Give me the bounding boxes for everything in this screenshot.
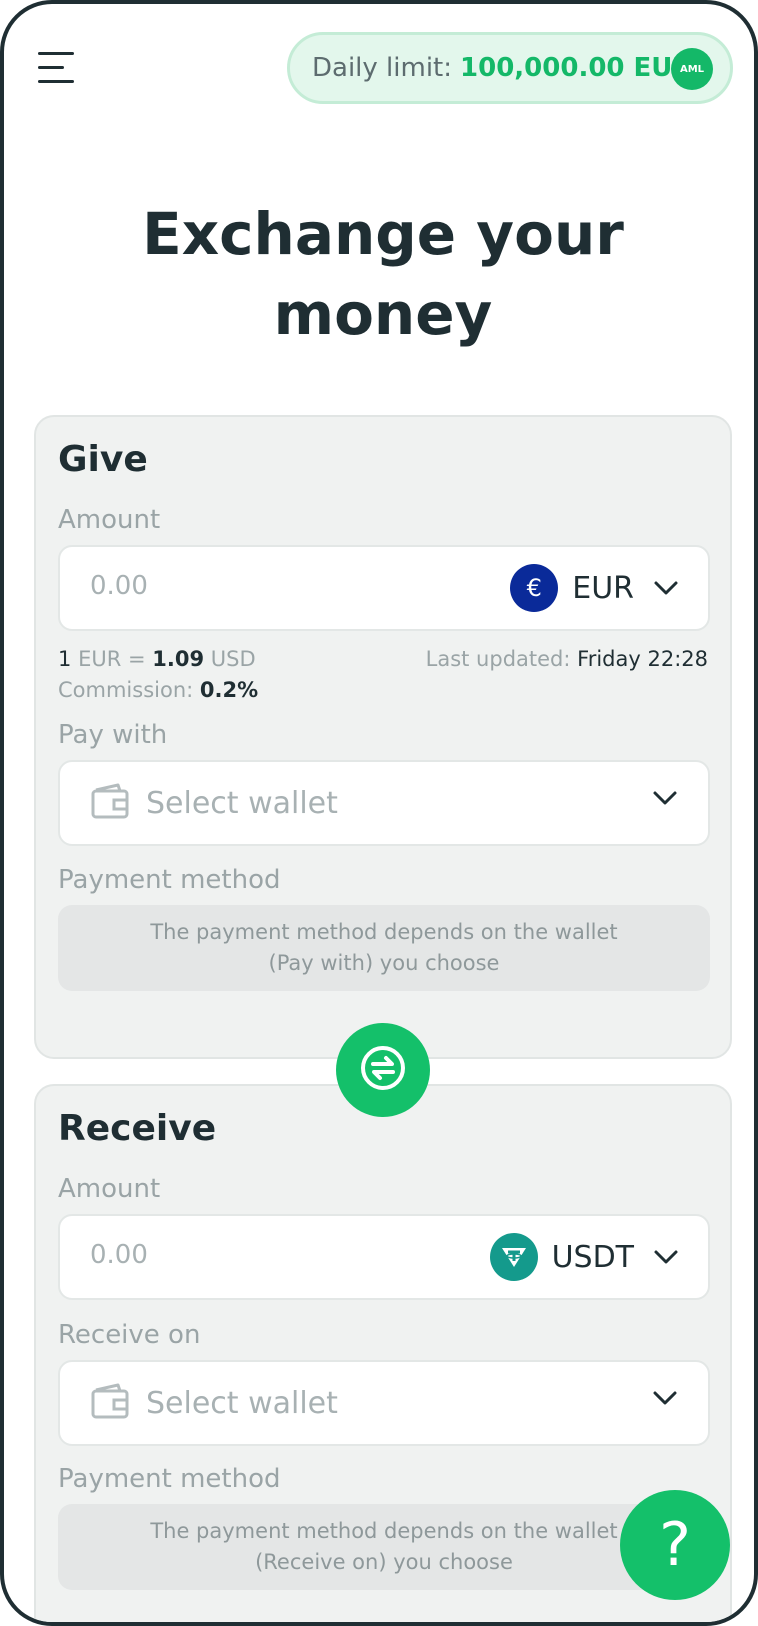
give-payment-method-label: Payment method bbox=[58, 865, 281, 895]
give-card: Give Amount 0.00 € EUR 1 EUR = 1.09 USD … bbox=[34, 415, 732, 1059]
page-title-line-2: money bbox=[273, 280, 493, 348]
receive-currency-code: USDT bbox=[551, 1239, 634, 1275]
receive-amount-label: Amount bbox=[58, 1174, 161, 1204]
receive-payment-method-label: Payment method bbox=[58, 1464, 281, 1494]
chevron-down-icon bbox=[652, 1243, 680, 1271]
receive-currency-select[interactable]: USDT bbox=[489, 1232, 680, 1282]
receive-amount-input[interactable]: 0.00 USDT bbox=[58, 1214, 710, 1300]
daily-limit-badge[interactable]: Daily limit: 100,000.00 EUR AML bbox=[287, 32, 733, 104]
chevron-down-icon bbox=[652, 1390, 678, 1410]
give-payment-method-info: The payment method depends on the wallet… bbox=[58, 905, 710, 991]
wallet-row: Select wallet bbox=[90, 1382, 338, 1424]
receive-on-wallet-select[interactable]: Select wallet bbox=[58, 1360, 710, 1446]
receive-on-placeholder: Select wallet bbox=[146, 1385, 338, 1421]
give-amount-value[interactable]: 0.00 bbox=[90, 571, 148, 601]
receive-amount-value[interactable]: 0.00 bbox=[90, 1240, 148, 1270]
commission: Commission: 0.2% bbox=[58, 678, 259, 702]
pay-with-label: Pay with bbox=[58, 720, 168, 750]
menu-icon[interactable] bbox=[38, 50, 76, 86]
last-updated: Last updated: Friday 22:28 bbox=[425, 647, 708, 671]
daily-limit-label: Daily limit: bbox=[312, 53, 453, 83]
page-title-line-1: Exchange your bbox=[142, 200, 624, 268]
app-frame: Daily limit: 100,000.00 EUR AML Exchange… bbox=[0, 0, 758, 1626]
swap-icon bbox=[358, 1043, 408, 1097]
give-title: Give bbox=[58, 439, 148, 480]
wallet-row: Select wallet bbox=[90, 782, 338, 824]
receive-payment-method-info: The payment method depends on the wallet… bbox=[58, 1504, 710, 1590]
receive-title: Receive bbox=[58, 1108, 217, 1149]
exchange-rate: 1 EUR = 1.09 USD bbox=[58, 647, 256, 671]
give-currency-code: EUR bbox=[572, 570, 634, 606]
give-amount-input[interactable]: 0.00 € EUR bbox=[58, 545, 710, 631]
chevron-down-icon bbox=[652, 574, 680, 602]
receive-on-label: Receive on bbox=[58, 1320, 201, 1350]
swap-button[interactable] bbox=[336, 1023, 430, 1117]
pay-with-placeholder: Select wallet bbox=[146, 785, 338, 821]
wallet-icon bbox=[90, 782, 130, 824]
pay-with-wallet-select[interactable]: Select wallet bbox=[58, 760, 710, 846]
help-button[interactable]: ? bbox=[620, 1490, 730, 1600]
chevron-down-icon bbox=[652, 790, 678, 810]
aml-badge-icon: AML bbox=[674, 51, 710, 87]
wallet-icon bbox=[90, 1382, 130, 1424]
give-amount-label: Amount bbox=[58, 505, 161, 535]
daily-limit-value: 100,000.00 EUR bbox=[460, 53, 693, 83]
give-currency-select[interactable]: € EUR bbox=[510, 563, 680, 613]
tether-icon bbox=[489, 1233, 538, 1281]
euro-icon: € bbox=[510, 564, 559, 612]
page-title: Exchange your money bbox=[4, 194, 754, 354]
